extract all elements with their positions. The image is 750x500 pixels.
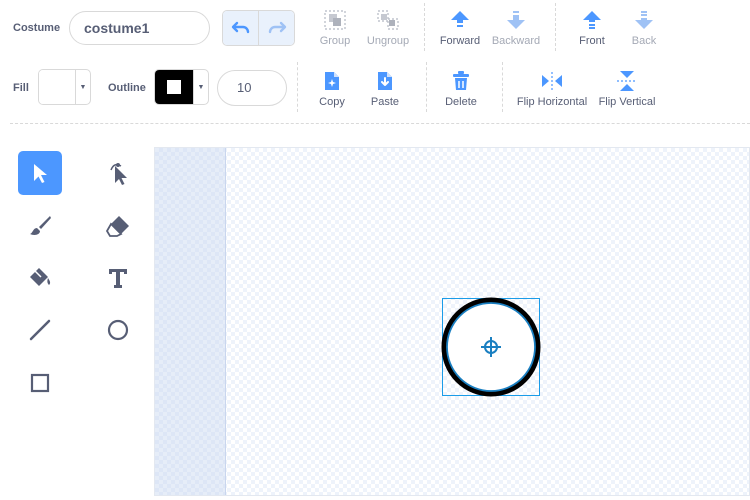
paste-icon: [378, 72, 392, 90]
costume-label: Costume: [13, 22, 61, 34]
canvas-margin-area: [155, 148, 226, 495]
select-arrow-icon: [34, 164, 47, 183]
flip-horizontal-icon: [542, 72, 562, 90]
flip-horizontal-button[interactable]: Flip Horizontal: [514, 70, 590, 108]
ungroup-icon: [377, 10, 399, 30]
back-label: Back: [631, 35, 657, 47]
flip-horizontal-label: Flip Horizontal: [516, 96, 588, 108]
copy-label: Copy: [319, 96, 345, 108]
toolbar-divider: [297, 62, 298, 112]
toolbar-divider: [555, 3, 556, 51]
backward-icon: [507, 11, 525, 29]
toolbar-divider: [424, 3, 425, 51]
fill-bucket-icon: [30, 268, 51, 286]
back-icon: [635, 11, 653, 29]
reshape-icon: [110, 163, 127, 185]
costume-name-input[interactable]: costume1: [69, 11, 210, 45]
line-tool-button[interactable]: [18, 308, 62, 352]
fill-swatch: [39, 70, 75, 104]
text-tool-button[interactable]: [96, 256, 140, 300]
fill-label: Fill: [13, 82, 29, 94]
circle-shape[interactable]: [438, 294, 544, 400]
line-icon: [29, 319, 51, 341]
front-label: Front: [579, 35, 605, 47]
chevron-down-icon: ▼: [75, 70, 90, 104]
section-divider: [10, 123, 750, 124]
front-button[interactable]: Front: [572, 9, 612, 47]
paste-button[interactable]: Paste: [367, 70, 403, 108]
group-icon: [324, 10, 346, 30]
copy-icon: [325, 72, 339, 90]
backward-button[interactable]: Backward: [490, 9, 542, 47]
delete-button[interactable]: Delete: [442, 70, 480, 108]
outline-width-input[interactable]: 10: [217, 70, 287, 106]
flip-vertical-label: Flip Vertical: [598, 96, 656, 108]
forward-button[interactable]: Forward: [438, 9, 482, 47]
flip-vertical-icon: [617, 71, 637, 91]
delete-label: Delete: [445, 96, 477, 108]
chevron-down-icon: ▼: [193, 70, 208, 104]
undo-button[interactable]: [223, 11, 259, 45]
group-label: Group: [319, 35, 351, 47]
forward-label: Forward: [439, 35, 481, 47]
flip-vertical-button[interactable]: Flip Vertical: [596, 70, 658, 108]
back-button[interactable]: Back: [624, 9, 664, 47]
outline-color-picker[interactable]: ▼: [154, 69, 209, 105]
copy-button[interactable]: Copy: [315, 70, 349, 108]
ungroup-label: Ungroup: [366, 35, 410, 47]
rectangle-tool-button[interactable]: [18, 361, 62, 405]
circle-tool-button[interactable]: [96, 308, 140, 352]
fill-color-picker[interactable]: ▼: [38, 69, 91, 105]
circle-icon: [107, 319, 129, 341]
toolbar-divider: [502, 62, 503, 112]
forward-icon: [451, 11, 469, 27]
eraser-icon: [105, 216, 129, 237]
redo-icon: [268, 21, 286, 34]
group-button[interactable]: Group: [314, 9, 356, 47]
reshape-tool-button[interactable]: [96, 151, 140, 195]
backward-label: Backward: [491, 35, 541, 47]
brush-icon: [30, 216, 51, 235]
undo-redo-group: [222, 10, 295, 46]
front-icon: [583, 11, 601, 29]
ungroup-button[interactable]: Ungroup: [364, 9, 412, 47]
trash-icon: [453, 71, 469, 90]
rectangle-icon: [30, 373, 50, 393]
undo-icon: [231, 21, 249, 34]
outline-swatch: [155, 70, 193, 104]
text-icon: [109, 269, 127, 288]
fill-tool-button[interactable]: [18, 256, 62, 300]
eraser-tool-button[interactable]: [96, 204, 140, 248]
redo-button[interactable]: [259, 11, 294, 45]
toolbar-divider: [426, 62, 427, 112]
outline-label: Outline: [108, 82, 146, 94]
brush-tool-button[interactable]: [18, 204, 62, 248]
paste-label: Paste: [370, 96, 400, 108]
select-tool-button[interactable]: [18, 151, 62, 195]
